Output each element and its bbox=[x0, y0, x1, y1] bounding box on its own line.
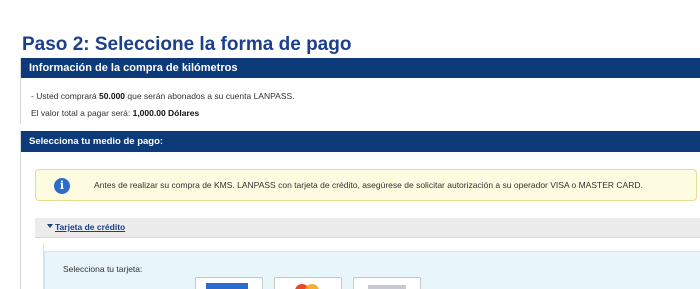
mastercard-logo-icon-overlap bbox=[305, 284, 319, 289]
purchase-amount-line: - Usted comprará 50.000 que serán abonad… bbox=[31, 91, 295, 101]
purchase-amount-value: 50.000 bbox=[99, 91, 126, 101]
card-selection-panel: Selecciona tu tarjeta: bbox=[44, 251, 700, 289]
purchase-info-section: Información de la compra de kilómetros -… bbox=[20, 58, 700, 124]
credit-card-accordion-label[interactable]: Tarjeta de crédito bbox=[55, 222, 125, 232]
total-value-amount: 1,000.00 Dólares bbox=[132, 108, 200, 118]
total-value-prefix: El valor total a pagar será: bbox=[31, 108, 133, 118]
select-card-label: Selecciona tu tarjeta: bbox=[63, 264, 143, 274]
purchase-info-header: Información de la compra de kilómetros bbox=[21, 58, 700, 78]
credit-card-notice-text: Antes de realizar su compra de KMS. LANP… bbox=[94, 180, 643, 190]
visa-logo-icon bbox=[368, 285, 406, 289]
caret-down-icon bbox=[47, 224, 53, 228]
info-icon: i bbox=[54, 178, 70, 194]
purchase-amount-suffix: que serán abonados a su cuenta LANPASS. bbox=[125, 91, 295, 101]
purchase-amount-prefix: - Usted comprará bbox=[31, 91, 100, 101]
mastercard-card-option[interactable] bbox=[274, 277, 342, 289]
total-value-line: El valor total a pagar será: 1,000.00 Dó… bbox=[31, 108, 199, 118]
page-title: Paso 2: Seleccione la forma de pago bbox=[22, 34, 352, 55]
amex-logo-icon bbox=[206, 283, 248, 289]
visa-card-option[interactable] bbox=[353, 277, 421, 289]
card-selection-area: Selecciona tu tarjeta: bbox=[43, 243, 700, 289]
amex-card-option[interactable] bbox=[195, 277, 263, 289]
payment-method-header: Selecciona tu medio de pago: bbox=[21, 131, 700, 152]
credit-card-notice: i Antes de realizar su compra de KMS. LA… bbox=[35, 169, 697, 201]
payment-method-section: Selecciona tu medio de pago: i Antes de … bbox=[20, 131, 700, 289]
credit-card-accordion[interactable]: Tarjeta de crédito bbox=[35, 218, 700, 238]
